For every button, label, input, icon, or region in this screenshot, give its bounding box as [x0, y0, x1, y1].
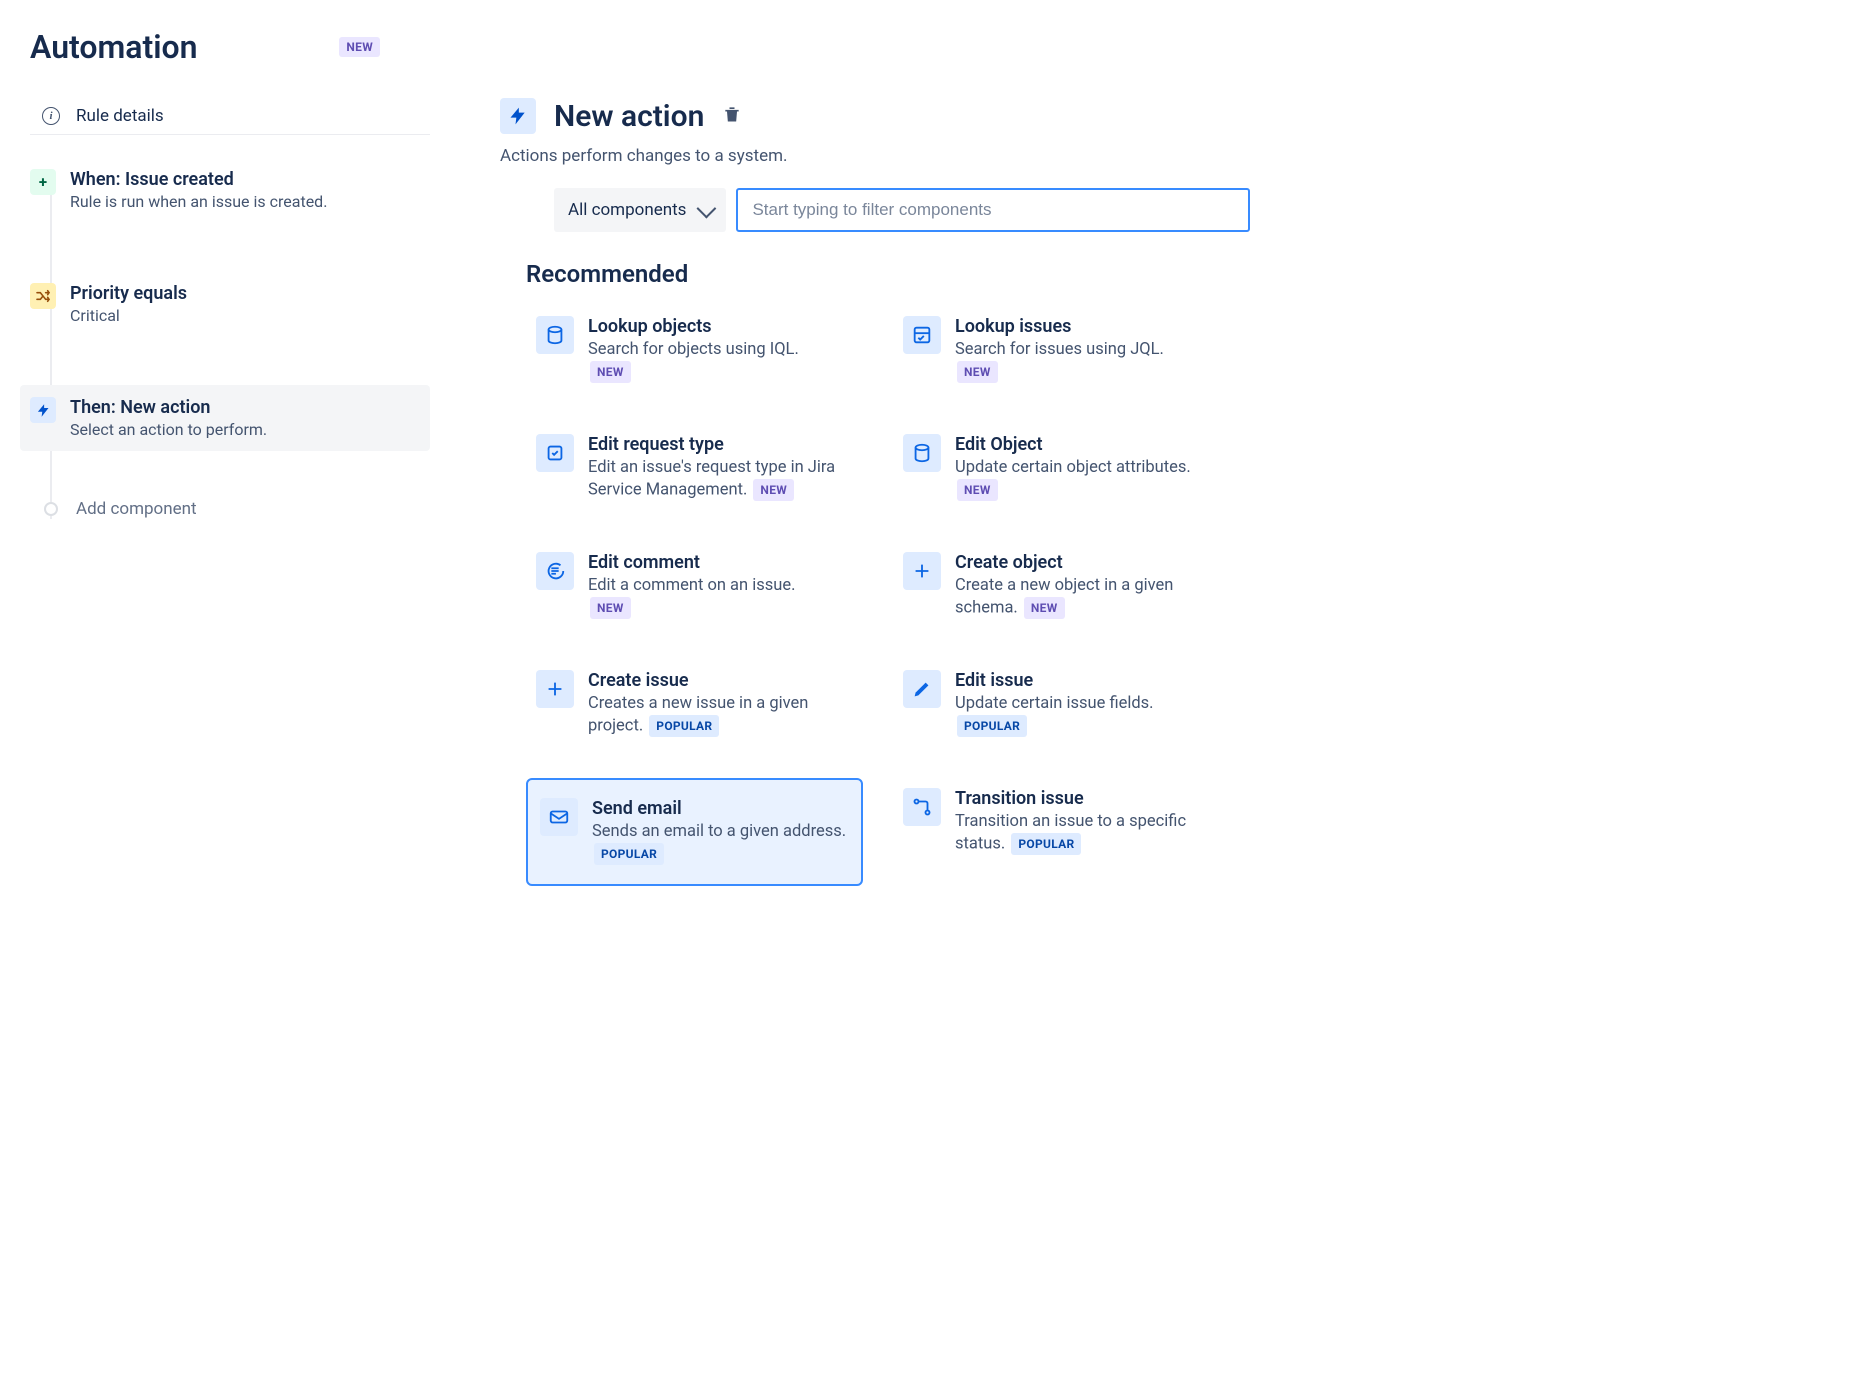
status-badge: POPULAR — [1011, 833, 1081, 855]
action-title: Edit request type — [588, 434, 853, 455]
action-description: Edit an issue's request type in Jira Ser… — [588, 457, 853, 502]
status-badge: NEW — [957, 361, 998, 383]
action-title: Create object — [955, 552, 1220, 573]
add-component-button[interactable]: Add component — [30, 499, 430, 519]
action-card[interactable]: Lookup objects Search for objects using … — [526, 306, 863, 394]
action-icon — [903, 670, 941, 708]
step-title: Then: New action — [70, 397, 267, 418]
bolt-icon — [500, 98, 536, 134]
action-description: Search for issues using JQL.NEW — [955, 339, 1164, 384]
action-card[interactable]: Transition issue Transition an issue to … — [893, 778, 1230, 886]
action-icon — [903, 552, 941, 590]
status-badge: NEW — [1024, 597, 1065, 619]
action-description: Search for objects using IQL.NEW — [588, 339, 799, 384]
rule-sidebar: i Rule details + When: Issue created Rul… — [30, 98, 430, 886]
rule-step-condition[interactable]: Priority equals Critical — [30, 271, 430, 337]
action-icon — [536, 552, 574, 590]
rule-step-action[interactable]: Then: New action Select an action to per… — [20, 385, 430, 451]
action-card[interactable]: Edit request type Edit an issue's reques… — [526, 424, 863, 512]
status-badge: NEW — [590, 597, 631, 619]
status-badge: POPULAR — [649, 715, 719, 737]
step-title: When: Issue created — [70, 169, 327, 190]
action-title: Lookup objects — [588, 316, 799, 337]
action-card[interactable]: Lookup issues Search for issues using JQ… — [893, 306, 1230, 394]
action-icon — [903, 316, 941, 354]
rule-step-when[interactable]: + When: Issue created Rule is run when a… — [30, 157, 430, 223]
dropdown-label: All components — [568, 200, 686, 220]
action-title: Create issue — [588, 670, 853, 691]
action-description: Update certain object attributes. NEW — [955, 457, 1220, 502]
action-description: Sends an email to a given address. POPUL… — [592, 821, 849, 866]
action-icon — [536, 434, 574, 472]
action-card[interactable]: Create issue Creates a new issue in a gi… — [526, 660, 863, 748]
plus-icon: + — [30, 169, 56, 195]
action-title: Lookup issues — [955, 316, 1164, 337]
info-icon: i — [42, 107, 60, 125]
action-title: Edit issue — [955, 670, 1154, 691]
action-icon — [536, 670, 574, 708]
status-badge: NEW — [590, 361, 631, 383]
recommended-heading: Recommended — [526, 260, 1250, 288]
action-title: Send email — [592, 798, 849, 819]
chevron-down-icon — [697, 199, 717, 219]
panel-title: New action — [554, 99, 704, 134]
action-panel: New action Actions perform changes to a … — [500, 98, 1250, 886]
panel-subtitle: Actions perform changes to a system. — [500, 146, 1250, 166]
bolt-icon — [30, 397, 56, 423]
action-card[interactable]: Send email Sends an email to a given add… — [526, 778, 863, 886]
action-icon — [903, 788, 941, 826]
status-badge: NEW — [957, 479, 998, 501]
action-card[interactable]: Edit Object Update certain object attrib… — [893, 424, 1230, 512]
status-badge: POPULAR — [594, 843, 664, 865]
step-title: Priority equals — [70, 283, 187, 304]
action-title: Edit comment — [588, 552, 795, 573]
step-subtitle: Select an action to perform. — [70, 420, 267, 439]
rule-details-link[interactable]: i Rule details — [30, 98, 430, 135]
circle-icon — [44, 502, 58, 516]
action-icon — [903, 434, 941, 472]
step-subtitle: Rule is run when an issue is created. — [70, 192, 327, 211]
action-icon — [540, 798, 578, 836]
action-title: Edit Object — [955, 434, 1220, 455]
action-description: Create a new object in a given schema. N… — [955, 575, 1220, 620]
status-badge: POPULAR — [957, 715, 1027, 737]
new-badge: NEW — [339, 37, 380, 57]
delete-action-button[interactable] — [722, 104, 742, 128]
component-search-input[interactable] — [736, 188, 1250, 232]
action-description: Creates a new issue in a given project. … — [588, 693, 853, 738]
action-card[interactable]: Edit comment Edit a comment on an issue.… — [526, 542, 863, 630]
action-card[interactable]: Create object Create a new object in a g… — [893, 542, 1230, 630]
shuffle-icon — [30, 283, 56, 309]
component-filter-dropdown[interactable]: All components — [554, 188, 726, 232]
add-component-label: Add component — [76, 499, 197, 519]
action-description: Update certain issue fields.POPULAR — [955, 693, 1154, 738]
action-card[interactable]: Edit issue Update certain issue fields.P… — [893, 660, 1230, 748]
step-subtitle: Critical — [70, 306, 187, 325]
action-description: Transition an issue to a specific status… — [955, 811, 1220, 856]
action-description: Edit a comment on an issue.NEW — [588, 575, 795, 620]
action-title: Transition issue — [955, 788, 1220, 809]
status-badge: NEW — [753, 479, 794, 501]
action-icon — [536, 316, 574, 354]
rule-details-label: Rule details — [76, 106, 164, 126]
page-title: Automation — [30, 28, 198, 66]
